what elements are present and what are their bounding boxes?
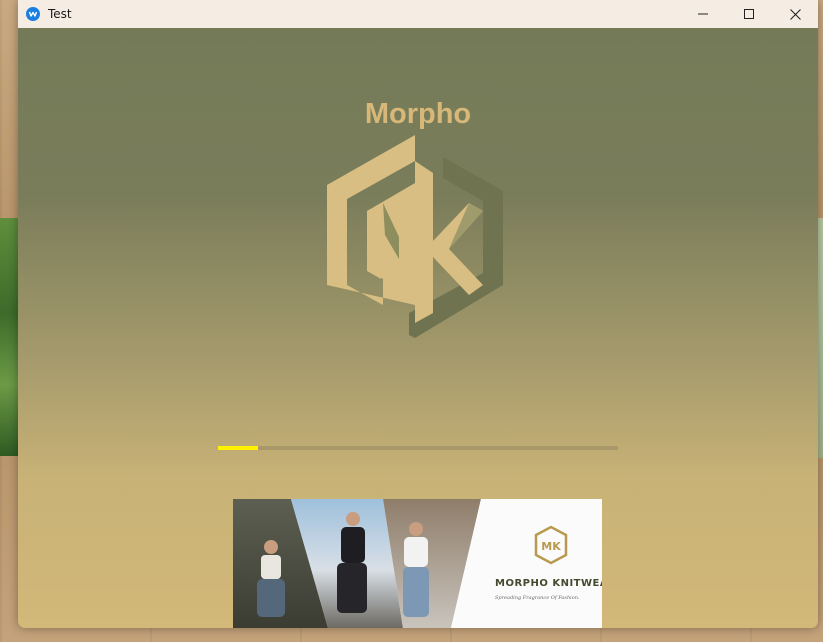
window-title: Test [48,7,72,21]
close-button[interactable] [772,0,818,28]
title-bar[interactable]: Test [18,0,818,28]
progress-fill [218,446,258,450]
promo-banner-image: MK MORPHO KNITWEAR Spreading Fragrance O… [233,499,602,628]
banner-brand-text: MORPHO KNITWEAR [495,578,602,589]
minimize-icon [698,13,708,15]
window-controls [680,0,818,28]
app-logo-icon [26,7,40,21]
svg-text:MK: MK [541,540,561,553]
close-icon [789,8,801,20]
maximize-icon [744,9,754,19]
app-window: Test Morpho MK MORPHO KNITWE Spreading F… [18,0,818,628]
mk-logo-icon [327,135,503,338]
maximize-button[interactable] [726,0,772,28]
brand-title: Morpho [364,98,472,130]
loading-progress-bar [218,446,618,450]
banner-tagline: Spreading Fragrance Of Fashion. [495,595,580,601]
minimize-button[interactable] [680,0,726,28]
splash-screen: Morpho MK MORPHO KNITWE Spreading Fragra… [18,28,818,628]
